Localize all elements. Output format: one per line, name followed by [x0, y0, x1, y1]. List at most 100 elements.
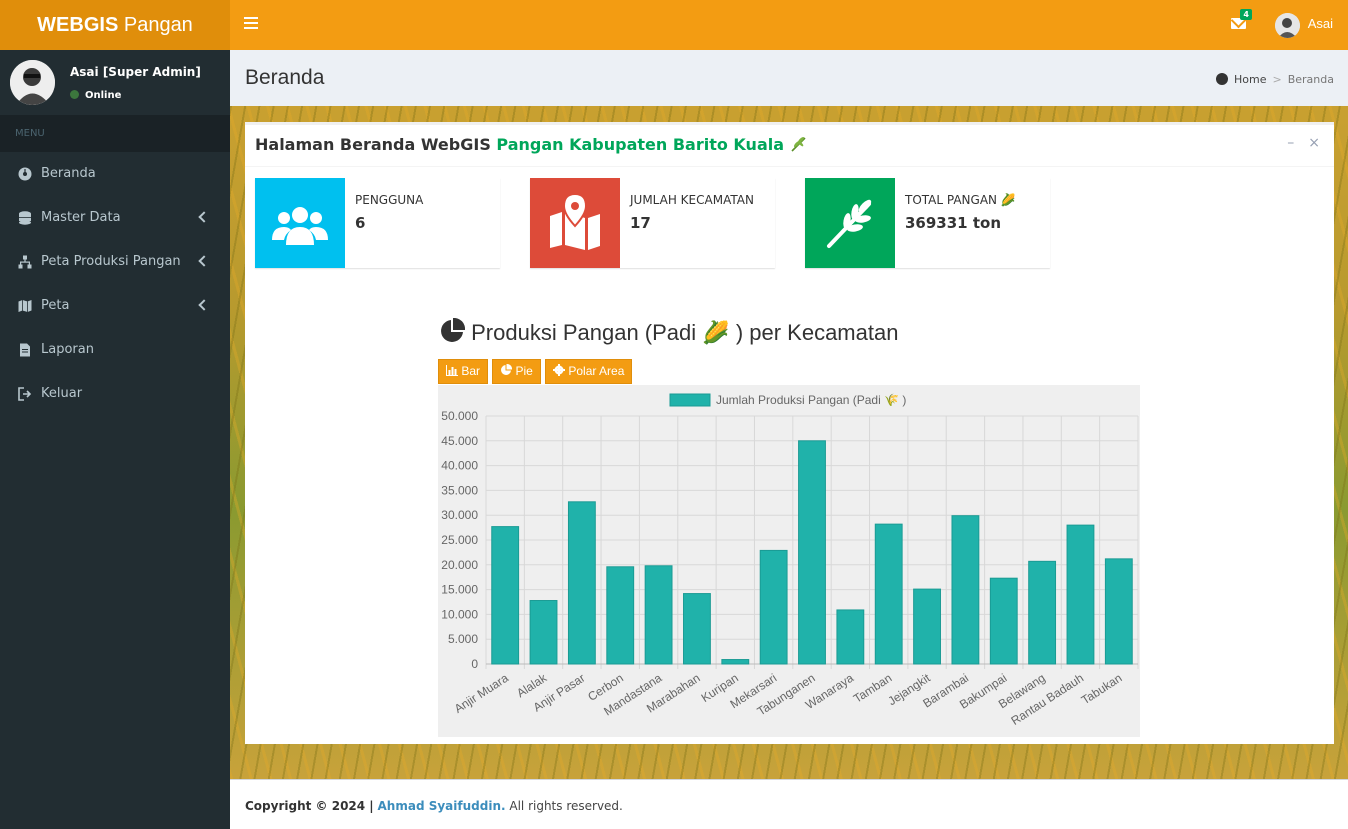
author-link[interactable]: Ahmad Syaifuddin. — [378, 799, 506, 813]
box-tools: – × — [1273, 135, 1320, 151]
sidebar-item-peta[interactable]: Peta — [0, 284, 230, 328]
polar-area-button[interactable]: Polar Area — [545, 359, 633, 384]
stat-value: 17 — [630, 214, 651, 232]
breadcrumb: Home > Beranda — [1216, 73, 1334, 86]
info-box-pengguna: PENGGUNA 6 — [255, 178, 500, 268]
bar-mandastana — [644, 565, 673, 665]
gear-icon — [553, 364, 565, 376]
pie-chart-button[interactable]: Pie — [492, 359, 541, 384]
top-navbar: 4 Asai — [230, 0, 1348, 50]
x-tick-label: Tabukan — [1079, 671, 1125, 707]
stat-value: 6 — [355, 214, 366, 232]
pie-chart-icon — [441, 317, 466, 342]
content-header: Beranda Home > Beranda — [230, 50, 1348, 106]
bar-tabunganen — [798, 440, 826, 665]
map-marker-icon — [530, 178, 620, 268]
bar-cerbon — [606, 566, 635, 665]
box-title: Halaman Beranda WebGIS Pangan Kabupaten … — [255, 135, 808, 154]
legend-label: Jumlah Produksi Pangan (Padi 🌾 ) — [716, 393, 906, 407]
sitemap-icon — [18, 255, 32, 269]
bar-tamban — [874, 523, 903, 665]
y-tick-label: 0 — [471, 657, 478, 671]
database-icon — [19, 211, 31, 225]
breadcrumb-home[interactable]: Home — [1234, 73, 1266, 86]
minimize-button[interactable]: – — [1287, 135, 1294, 151]
chevron-left-icon[interactable] — [198, 255, 210, 267]
sign-out-icon — [18, 387, 32, 401]
stat-value: 369331 ton — [905, 214, 1001, 232]
chart-heading: Produksi Pangan (Padi 🌽 ) per Kecamatan — [439, 317, 898, 346]
divider — [245, 166, 1334, 167]
sidebar: Asai [Super Admin] Online MENU Beranda M… — [0, 50, 230, 829]
y-tick-label: 40.000 — [441, 459, 478, 473]
stat-label: PENGGUNA — [355, 193, 424, 207]
sidebar-item-keluar[interactable]: Keluar — [0, 372, 230, 416]
y-tick-label: 10.000 — [441, 607, 478, 621]
info-box-kecamatan: JUMLAH KECAMATAN 17 — [530, 178, 775, 268]
status-dot-icon — [70, 90, 79, 99]
bar-barambai — [951, 515, 980, 665]
y-tick-label: 50.000 — [441, 409, 478, 423]
chevron-left-icon[interactable] — [198, 299, 210, 311]
users-icon — [255, 178, 345, 268]
bar-wanaraya — [836, 609, 865, 665]
y-tick-label: 45.000 — [441, 434, 478, 448]
x-tick-label: Anjir Muara — [452, 671, 511, 716]
y-tick-label: 15.000 — [441, 583, 478, 597]
y-tick-label: 5.000 — [448, 632, 478, 646]
user-avatar[interactable] — [1275, 13, 1300, 38]
close-button[interactable]: × — [1308, 135, 1320, 151]
avatar — [10, 60, 55, 105]
dashboard-icon — [1216, 73, 1229, 85]
bar-mekarsari — [759, 549, 788, 665]
bar-chart-button[interactable]: Bar — [438, 359, 489, 384]
chevron-left-icon[interactable] — [198, 211, 210, 223]
user-panel: Asai [Super Admin] Online — [0, 50, 230, 115]
chart-type-buttons: Bar Pie Polar Area — [438, 359, 633, 384]
stat-label: TOTAL PANGAN 🌽 — [905, 193, 1016, 207]
page-title: Beranda — [245, 66, 325, 89]
bar-chart-icon — [446, 365, 458, 376]
bar-chart-svg: 0 5.000 10.000 15.000 20.000 25.000 30.000 35.0… — [441, 393, 1139, 728]
info-box-total-pangan: TOTAL PANGAN 🌽 369331 ton — [805, 178, 1050, 268]
y-tick-label: 25.000 — [441, 533, 478, 547]
pie-chart-icon — [501, 363, 513, 375]
bar-anjir-muara — [491, 526, 520, 665]
menu-header: MENU — [0, 115, 230, 152]
sidebar-item-laporan[interactable]: Laporan — [0, 328, 230, 372]
bar-belawang — [1028, 560, 1057, 665]
sidebar-item-beranda[interactable]: Beranda — [0, 152, 230, 196]
wheat-icon — [805, 178, 895, 268]
mail-count-badge: 4 — [1240, 9, 1252, 20]
dashboard-icon — [18, 167, 32, 181]
bar-kuripan — [721, 659, 750, 665]
y-tick-label: 20.000 — [441, 558, 478, 572]
app-logo[interactable]: WEBGIS Pangan — [0, 0, 230, 50]
online-status: Online — [70, 90, 121, 101]
stat-label: JUMLAH KECAMATAN — [630, 193, 754, 207]
sidebar-item-peta-produksi-pangan[interactable]: Peta Produksi Pangan — [0, 240, 230, 284]
bar-anjir-pasar — [567, 501, 596, 665]
production-chart: 0 5.000 10.000 15.000 20.000 25.000 30.000 35.0… — [438, 385, 1140, 737]
corn-icon: 🌽 — [1000, 193, 1016, 207]
sidebar-toggle-icon[interactable] — [244, 17, 258, 31]
y-tick-label: 35.000 — [441, 483, 478, 497]
bar-marabahan — [683, 593, 711, 665]
user-menu-name[interactable]: Asai — [1308, 16, 1333, 31]
sidebar-user-name: Asai [Super Admin] — [70, 65, 201, 79]
bar-alalak — [529, 600, 558, 665]
legend-swatch — [669, 393, 711, 407]
bar-tabukan — [1104, 558, 1133, 665]
bar-bakumpai — [989, 577, 1018, 665]
map-icon — [18, 300, 32, 312]
breadcrumb-current: Beranda — [1287, 73, 1334, 86]
bar-jejangkit — [913, 588, 941, 665]
corn-icon: 🌽 — [702, 320, 730, 345]
y-tick-label: 30.000 — [441, 508, 478, 522]
bar-rantau-badauh — [1066, 524, 1095, 665]
footer-text: Copyright © 2024 | Ahmad Syaifuddin. All… — [245, 799, 623, 813]
footer: Copyright © 2024 | Ahmad Syaifuddin. All… — [230, 779, 1348, 829]
file-icon — [20, 343, 30, 357]
dashboard-box: Halaman Beranda WebGIS Pangan Kabupaten … — [245, 122, 1334, 744]
sidebar-item-master-data[interactable]: Master Data — [0, 196, 230, 240]
